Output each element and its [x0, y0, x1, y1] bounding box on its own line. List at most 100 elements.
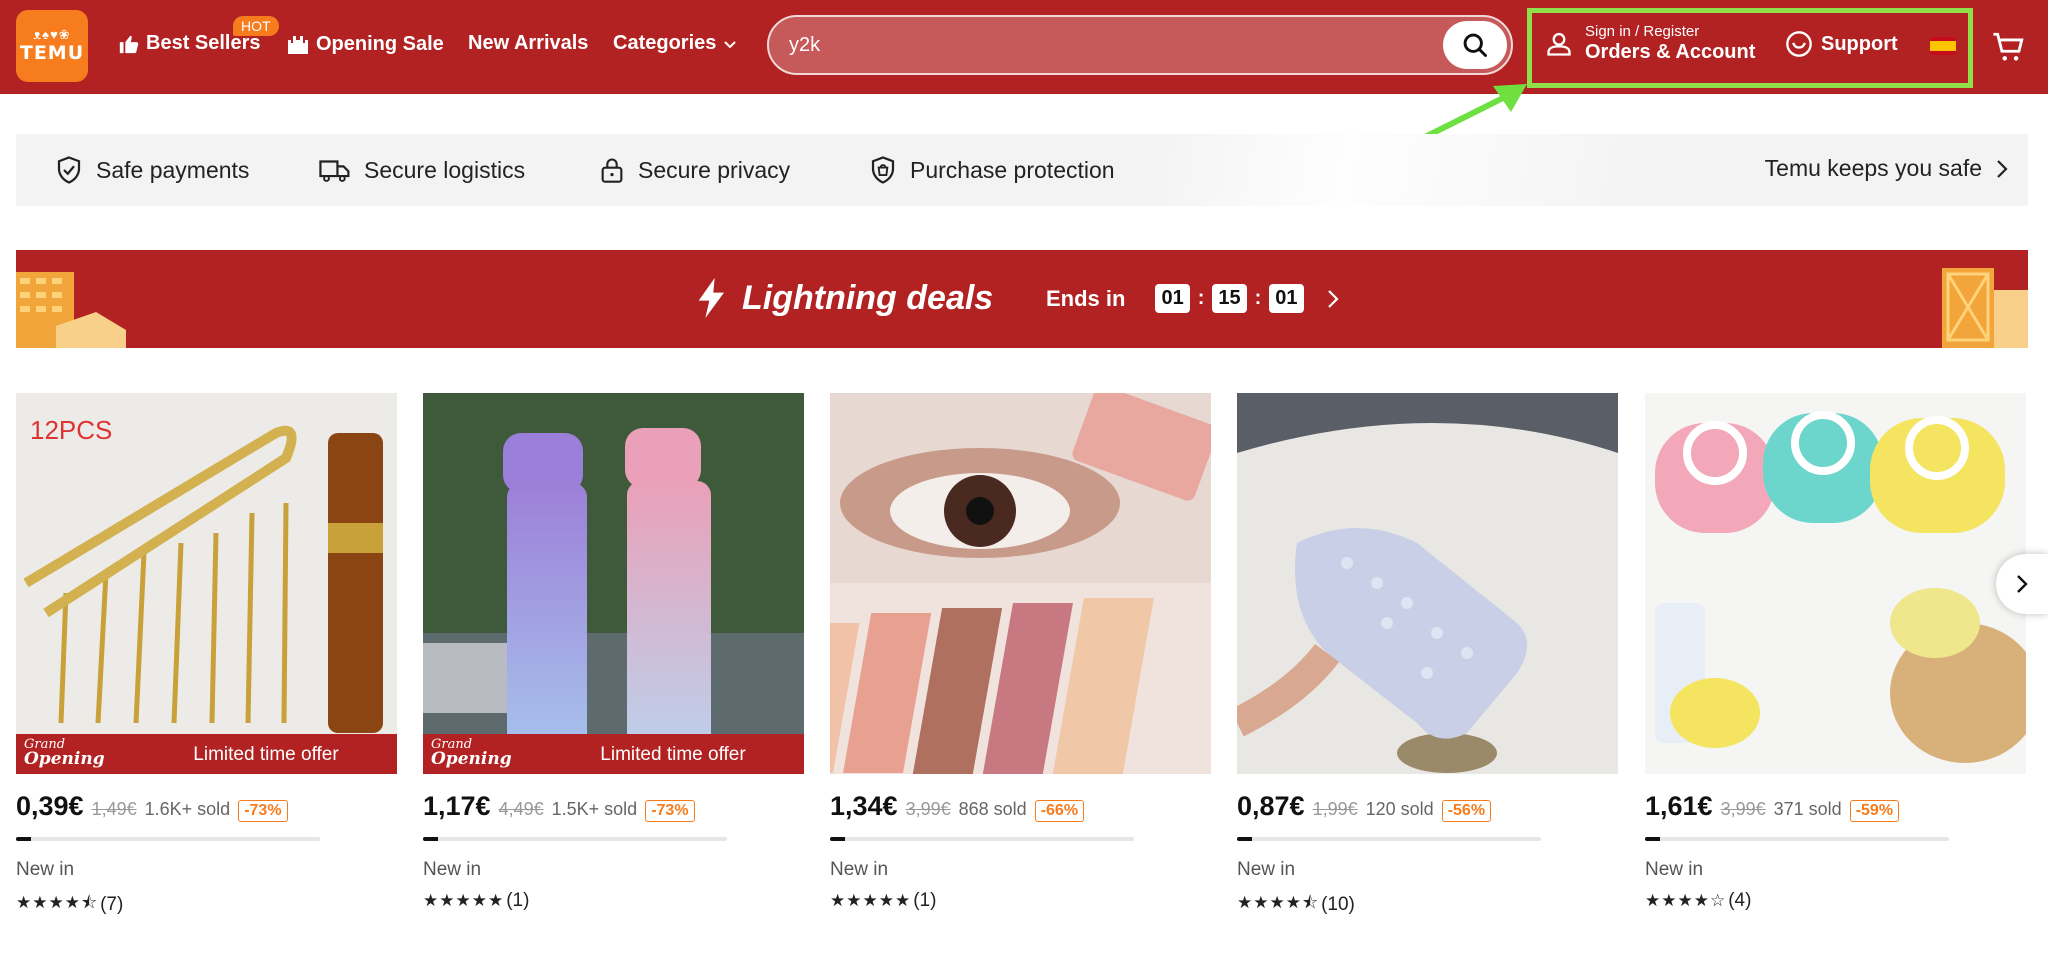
keeps-label: Temu keeps you safe [1764, 155, 1982, 181]
safety-bar[interactable]: Safe payments Secure logistics Secure pr… [16, 134, 2028, 206]
price: 1,61€ [1645, 791, 1713, 821]
price-row: 1,61€ 3,99€ 371 sold -59% [1645, 791, 1900, 822]
account-orders-label: Orders & Account [1585, 41, 1756, 63]
product-image-needles[interactable]: 12PCS Grand Opening Limited time offer [16, 393, 397, 774]
nav-opening-sale[interactable]: Opening Sale [286, 32, 444, 56]
new-in-tag: New in [423, 859, 482, 880]
price: 0,87€ [1237, 791, 1305, 821]
product-image-pet-brushes[interactable] [1645, 393, 2026, 774]
search-icon [1463, 33, 1487, 57]
account-menu[interactable]: Sign in / Register Orders & Account [1545, 24, 1755, 64]
sales-progress-bar [423, 837, 727, 841]
sales-progress-bar [16, 837, 320, 841]
rating-count: (1) [506, 890, 530, 911]
nav-label: Opening Sale [316, 32, 444, 55]
nav-categories[interactable]: Categories [613, 32, 738, 55]
new-in-tag: New in [1645, 859, 1704, 880]
rating-stars: ★★★★★ [830, 891, 912, 911]
product-card[interactable]: Grand Opening Limited time offer 1,17€ 4,… [423, 393, 804, 911]
search-input[interactable] [789, 17, 1389, 73]
sales-progress-bar [1237, 837, 1541, 841]
lock-icon [601, 158, 623, 183]
price: 1,34€ [830, 791, 898, 821]
nav-label: New Arrivals [468, 32, 589, 54]
limited-time-offer-label: Limited time offer [600, 744, 746, 765]
rating-count: (7) [100, 893, 124, 915]
secure-logistics: Secure logistics [318, 155, 525, 185]
price-row: 0,87€ 1,99€ 120 sold -56% [1237, 791, 1492, 822]
discount-badge: -56% [1441, 800, 1492, 822]
lightning-title-text: Lightning deals [742, 278, 994, 317]
sold-count: 120 sold [1365, 799, 1434, 819]
sales-progress-bar [830, 837, 1134, 841]
temu-logo[interactable]: ᴥ♠♥❀ TEMU [16, 10, 88, 82]
carousel-next-button[interactable] [1996, 554, 2048, 614]
castle-icon [288, 36, 308, 54]
countdown-hours: 01 [1155, 284, 1190, 313]
limited-offer-ribbon: Grand Opening Limited time offer [423, 734, 804, 774]
rating-stars: ★★★★⯪ [16, 893, 99, 913]
rating-count: (1) [913, 890, 937, 911]
support-label: Support [1821, 32, 1898, 55]
price-row: 1,17€ 4,49€ 1.5K+ sold -73% [423, 791, 695, 822]
price: 1,17€ [423, 791, 491, 821]
chevron-right-icon [1997, 159, 2008, 178]
tower-decoration-icon [1942, 268, 2028, 348]
product-image-exfoliating-glove[interactable] [1237, 393, 1618, 774]
shield-check-icon [57, 156, 81, 184]
product-card[interactable]: 12PCS Grand Opening Limited time offer 0,… [16, 393, 397, 915]
logo-glyphs: ᴥ♠♥❀ [33, 27, 71, 42]
grand-opening-badge: Grand Opening [24, 737, 105, 769]
rating-count: (4) [1728, 890, 1752, 911]
product-card[interactable]: 0,87€ 1,99€ 120 sold -56% New in ★★★★⯪ (… [1237, 393, 1618, 915]
safe-item-label: Secure logistics [364, 156, 526, 183]
original-price: 3,99€ [1720, 799, 1766, 819]
lightning-deals-title: Lightning deals [696, 278, 993, 318]
rating: ★★★★★ (1) [830, 890, 936, 912]
sold-count: 371 sold [1773, 799, 1842, 819]
ends-in-label: Ends in [1046, 285, 1126, 311]
nav-label: Categories [613, 32, 717, 54]
cart-button[interactable] [1992, 30, 2026, 69]
temu-keeps-you-safe-link[interactable]: Temu keeps you safe [1765, 155, 2010, 182]
cart-icon [1993, 32, 2024, 61]
account-sign-in-label: Sign in / Register [1585, 23, 1700, 40]
product-card[interactable]: 1,34€ 3,99€ 868 sold -66% New in ★★★★★ (… [830, 393, 1211, 911]
original-price: 1,49€ [91, 799, 137, 819]
safe-payments: Safe payments [54, 155, 249, 185]
support-link[interactable]: Support [1785, 30, 1898, 58]
product-image-bottles[interactable]: Grand Opening Limited time offer [423, 393, 804, 774]
search-button[interactable] [1443, 21, 1507, 69]
rating-stars: ★★★★⯪ [1237, 893, 1320, 913]
lightning-bolt-icon [698, 278, 724, 318]
safe-item-label: Purchase protection [910, 156, 1115, 183]
product-card[interactable]: 1,61€ 3,99€ 371 sold -59% New in ★★★★☆ (… [1645, 393, 2026, 911]
lightning-deals-banner[interactable]: Lightning deals Ends in 01 : 15 : 01 [16, 250, 2028, 348]
search-bar [767, 15, 1513, 75]
truck-icon [319, 160, 350, 182]
new-in-tag: New in [1237, 859, 1296, 880]
rating-stars: ★★★★★ [423, 891, 505, 911]
top-header: ᴥ♠♥❀ TEMU Best Sellers HOT Opening Sale … [0, 0, 2048, 94]
new-in-tag: New in [830, 859, 889, 880]
original-price: 1,99€ [1312, 799, 1358, 819]
new-in-tag: New in [16, 859, 75, 880]
limited-offer-ribbon: Grand Opening Limited time offer [16, 734, 397, 774]
sold-count: 1.5K+ sold [551, 799, 638, 819]
logo-text: TEMU [19, 42, 85, 64]
building-decoration-icon [16, 272, 126, 348]
chevron-right-icon[interactable] [1324, 287, 1342, 311]
sold-count: 868 sold [958, 799, 1027, 819]
grand-opening-badge: Grand Opening [431, 737, 512, 769]
product-image-eyeshadow[interactable] [830, 393, 1211, 774]
safe-item-label: Safe payments [96, 156, 250, 183]
spain-flag-icon[interactable] [1930, 37, 1956, 55]
hot-badge: HOT [233, 16, 279, 36]
shield-bag-icon [871, 156, 895, 184]
support-icon [1786, 31, 1812, 57]
original-price: 3,99€ [905, 799, 951, 819]
rating: ★★★★☆ (4) [1645, 890, 1751, 912]
countdown-seconds: 01 [1269, 284, 1304, 313]
nav-new-arrivals[interactable]: New Arrivals [468, 32, 588, 55]
price-row: 0,39€ 1,49€ 1.6K+ sold -73% [16, 791, 288, 822]
